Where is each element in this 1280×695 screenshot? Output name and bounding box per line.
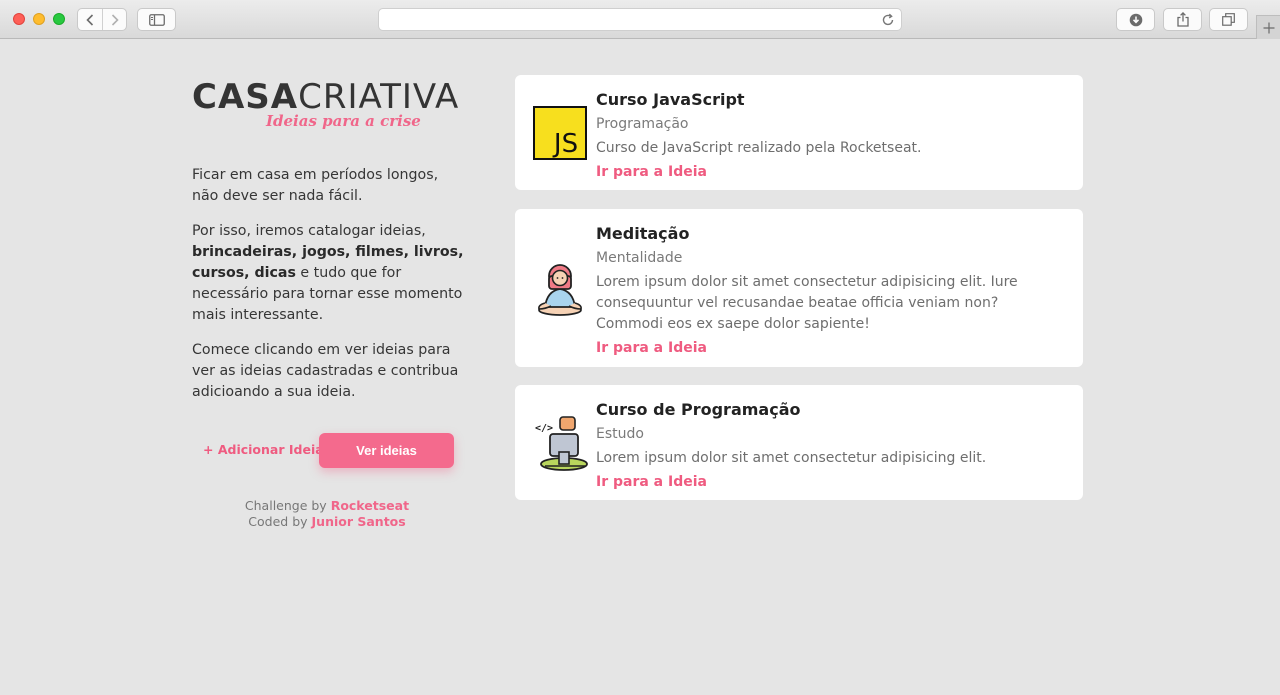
idea-title: Curso de Programação xyxy=(596,400,801,419)
plus-icon xyxy=(1263,22,1274,33)
programmer-icon-label: </> xyxy=(535,423,553,434)
download-icon xyxy=(1129,13,1142,26)
idea-category: Estudo xyxy=(596,426,644,442)
challenge-credit: Challenge by Rocketseat xyxy=(192,498,462,514)
idea-card: Meditação Mentalidade Lorem ipsum dolor … xyxy=(515,209,1083,367)
navigation-buttons xyxy=(77,8,127,31)
zoom-window-button[interactable] xyxy=(53,13,65,25)
idea-card: JS Curso JavaScript Programação Curso de… xyxy=(515,75,1083,190)
chevron-right-icon xyxy=(111,13,119,26)
forward-button[interactable] xyxy=(102,9,126,30)
minimize-window-button[interactable] xyxy=(33,13,45,25)
rocketseat-link[interactable]: Rocketseat xyxy=(331,498,409,513)
intro-paragraph-1: Ficar em casa em períodos longos, não de… xyxy=(192,167,439,204)
intro-paragraph-2: Por isso, iremos catalogar ideias, brinc… xyxy=(192,221,467,326)
idea-card-content: Curso de Programação Estudo Lorem ipsum … xyxy=(596,399,1066,492)
logo-bold-text: CASA xyxy=(192,77,299,117)
author-link[interactable]: Junior Santos xyxy=(312,514,406,529)
meditation-icon xyxy=(533,259,587,321)
intro-p2-start: Por isso, iremos catalogar ideias, xyxy=(192,223,426,239)
challenge-prefix: Challenge by xyxy=(244,498,331,513)
idea-card-content: Meditação Mentalidade Lorem ipsum dolor … xyxy=(596,223,1066,358)
tabs-overview-button[interactable] xyxy=(1209,8,1248,31)
add-idea-link[interactable]: + Adicionar Ideia xyxy=(203,442,324,457)
sidebar-icon xyxy=(148,13,165,26)
javascript-icon: JS xyxy=(533,106,587,164)
view-ideas-button[interactable]: Ver ideias xyxy=(319,433,454,468)
logo-wordmark: CASACRIATIVA xyxy=(192,77,459,117)
coded-credit: Coded by Junior Santos xyxy=(192,514,462,530)
address-bar[interactable] xyxy=(378,8,902,31)
javascript-icon-label: JS xyxy=(552,129,578,159)
logo-light-text: CRIATIVA xyxy=(298,77,460,117)
idea-card: </> Curso de Programação Estudo Lorem ip… xyxy=(515,385,1083,500)
idea-category: Mentalidade xyxy=(596,250,683,266)
idea-title: Meditação xyxy=(596,224,690,243)
intro-paragraph-3: Comece clicando em ver ideias para ver a… xyxy=(192,342,459,400)
share-button[interactable] xyxy=(1163,8,1202,31)
idea-description: Lorem ipsum dolor sit amet consectetur a… xyxy=(596,274,1018,332)
idea-title: Curso JavaScript xyxy=(596,90,745,109)
browser-toolbar xyxy=(0,0,1280,39)
chevron-left-icon xyxy=(86,13,94,26)
credits: Challenge by Rocketseat Coded by Junior … xyxy=(192,498,462,530)
intro-text: Ficar em casa em períodos longos, não de… xyxy=(192,165,467,417)
coded-prefix: Coded by xyxy=(248,514,312,529)
go-to-idea-link[interactable]: Ir para a Ideia xyxy=(596,472,707,492)
go-to-idea-link[interactable]: Ir para a Ideia xyxy=(596,338,707,358)
sidebar-button[interactable] xyxy=(137,8,176,31)
idea-card-content: Curso JavaScript Programação Curso de Ja… xyxy=(596,89,1066,182)
programmer-icon: </> xyxy=(533,414,589,476)
idea-category: Programação xyxy=(596,116,689,132)
close-window-button[interactable] xyxy=(13,13,25,25)
reload-icon[interactable] xyxy=(881,13,895,27)
downloads-button[interactable] xyxy=(1116,8,1155,31)
back-button[interactable] xyxy=(78,9,102,30)
actions: + Adicionar Ideia Ver ideias xyxy=(203,433,463,469)
logo-tagline: Ideias para a crise xyxy=(266,112,421,130)
tabs-icon xyxy=(1222,13,1235,26)
idea-description: Curso de JavaScript realizado pela Rocke… xyxy=(596,140,922,156)
casa-criativa-logo: CASACRIATIVA Ideias para a crise xyxy=(192,77,459,133)
go-to-idea-link[interactable]: Ir para a Ideia xyxy=(596,162,707,182)
new-tab-button[interactable] xyxy=(1256,15,1280,39)
share-icon xyxy=(1176,12,1189,27)
idea-description: Lorem ipsum dolor sit amet consectetur a… xyxy=(596,450,987,466)
